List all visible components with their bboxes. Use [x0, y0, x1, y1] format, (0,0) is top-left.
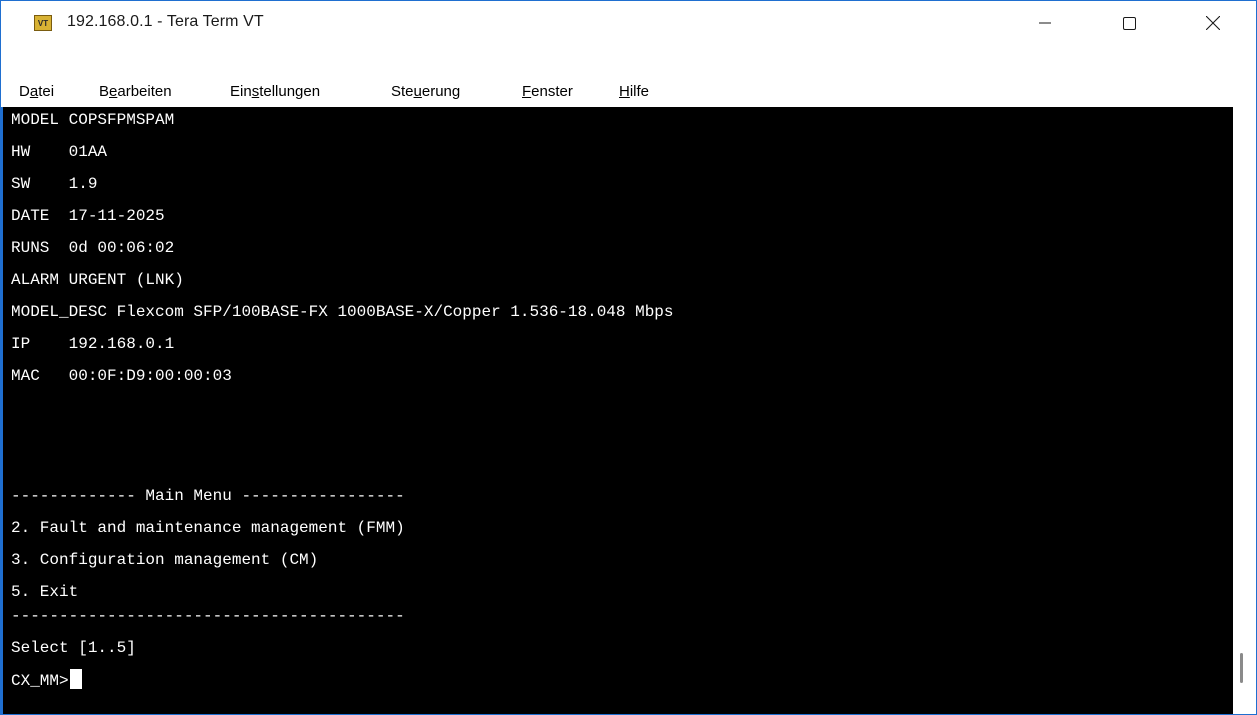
terminal-line: MODEL COPSFPMSPAM — [11, 111, 175, 129]
menu-option-cm: 3. Configuration management (CM) — [11, 551, 319, 569]
menu-footer-line: ----------------------------------------… — [11, 607, 405, 625]
tera-term-window: VT 192.168.0.1 - Tera Term VT Datei Bear… — [0, 0, 1257, 715]
terminal-line: IP 192.168.0.1 — [11, 335, 175, 353]
svg-text:VT: VT — [38, 19, 48, 28]
menu-label: Ein — [230, 83, 252, 100]
command-prompt: CX_MM> — [11, 672, 69, 690]
terminal-line: SW 1.9 — [11, 175, 98, 193]
terminal-line: MAC 00:0F:D9:00:00:03 — [11, 367, 232, 385]
menu-bearbeiten[interactable]: Bearbeiten — [99, 83, 172, 100]
close-button[interactable] — [1185, 1, 1241, 45]
menu-label: tellungen — [259, 83, 321, 100]
maximize-icon — [1122, 16, 1136, 30]
text-cursor — [69, 669, 82, 689]
menu-fenster[interactable]: Fenster — [522, 83, 573, 100]
vertical-scrollbar[interactable] — [1233, 107, 1256, 714]
menu-mnemonic: a — [29, 83, 39, 100]
select-prompt-line: Select [1..5] — [11, 639, 136, 657]
menu-mnemonic: H — [619, 83, 630, 100]
window-title: 192.168.0.1 - Tera Term VT — [67, 13, 264, 30]
menu-steuerung[interactable]: Steuerung — [391, 83, 460, 100]
menu-label: enster — [531, 83, 573, 100]
menu-label: erung — [421, 83, 461, 100]
scrollbar-thumb[interactable] — [1240, 653, 1243, 683]
menu-hilfe[interactable]: Hilfe — [619, 83, 649, 100]
minimize-button[interactable] — [1017, 1, 1073, 45]
close-icon — [1206, 16, 1220, 30]
menu-header-line: ------------- Main Menu ----------------… — [11, 487, 405, 505]
menu-mnemonic: F — [522, 83, 532, 100]
title-bar[interactable]: VT 192.168.0.1 - Tera Term VT — [1, 1, 1256, 45]
terminal-line: HW 01AA — [11, 143, 108, 161]
vt-terminal-icon[interactable]: VT — [34, 15, 52, 31]
terminal-line: MODEL_DESC Flexcom SFP/100BASE-FX 1000BA… — [11, 303, 674, 321]
terminal-line: RUNS 0d 00:06:02 — [11, 239, 175, 257]
maximize-button[interactable] — [1101, 1, 1157, 45]
terminal-line: DATE 17-11-2025 — [11, 207, 165, 225]
menu-option-fmm: 2. Fault and maintenance management (FMM… — [11, 519, 405, 537]
terminal-line: ALARM URGENT (LNK) — [11, 271, 184, 289]
menu-label: Ste — [391, 83, 414, 100]
menu-label: arbeiten — [117, 83, 172, 100]
menu-option-exit: 5. Exit — [11, 583, 79, 601]
menu-label: D — [19, 83, 30, 100]
menu-datei[interactable]: Datei — [19, 83, 54, 100]
menu-label: tei — [38, 83, 55, 100]
menu-einstellungen[interactable]: Einstellungen — [230, 83, 320, 100]
menu-bar: Datei Bearbeiten Einstellungen Steuerung… — [1, 79, 1256, 107]
menu-mnemonic: u — [413, 83, 422, 100]
command-prompt-line[interactable]: CX_MM> — [11, 669, 82, 692]
menu-label: ilfe — [629, 83, 650, 100]
menu-label: B — [99, 83, 110, 100]
terminal-screen[interactable]: MODEL COPSFPMSPAM HW 01AA SW 1.9 DATE 17… — [1, 107, 1233, 714]
minimize-icon — [1039, 22, 1051, 24]
